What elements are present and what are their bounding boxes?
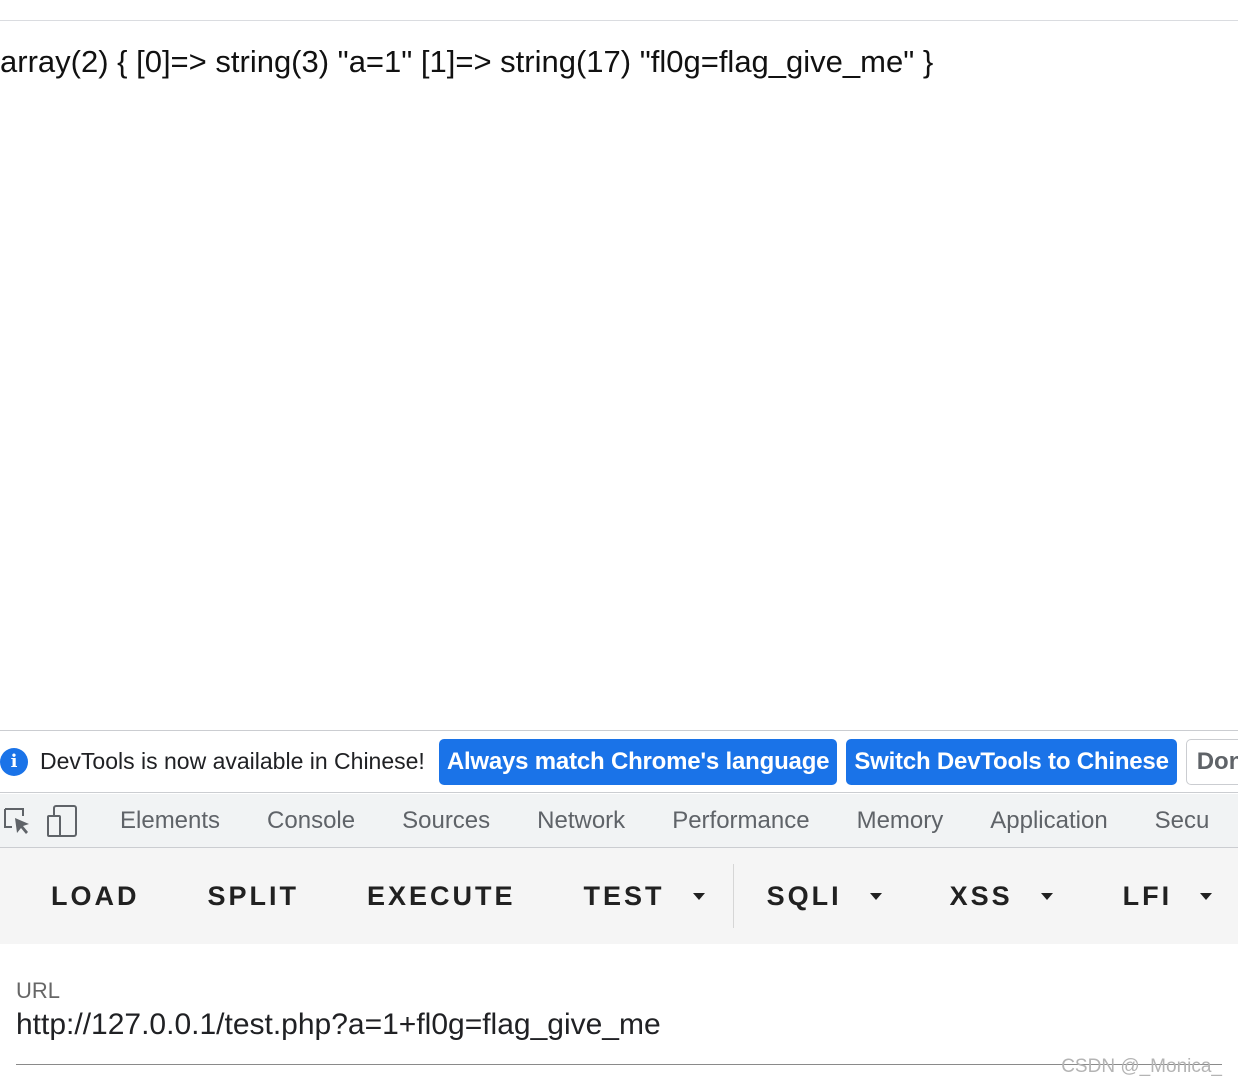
tab-network[interactable]: Network <box>537 807 625 835</box>
dont-show-again-button[interactable]: Don <box>1185 738 1238 785</box>
hackbar-divider <box>732 864 734 928</box>
language-infobar: i DevTools is now available in Chinese! … <box>0 731 1238 793</box>
load-button[interactable]: LOAD <box>51 881 140 912</box>
execute-button[interactable]: EXECUTE <box>367 881 516 912</box>
tab-elements[interactable]: Elements <box>120 807 220 835</box>
hackbar-toolbar: LOAD SPLIT EXECUTE TEST SQLI XSS LFI <box>0 848 1238 944</box>
xss-label: XSS <box>949 880 1013 911</box>
tab-sources[interactable]: Sources <box>402 807 490 835</box>
device-toolbar-icon[interactable] <box>46 804 80 838</box>
caret-down-icon <box>869 892 882 900</box>
lfi-label: LFI <box>1122 880 1173 911</box>
always-match-language-button[interactable]: Always match Chrome's language <box>438 738 838 785</box>
caret-down-icon <box>1040 892 1053 900</box>
url-field-label: URL <box>16 978 61 1003</box>
test-label: TEST <box>583 880 665 911</box>
inspect-element-icon[interactable] <box>2 804 32 838</box>
switch-to-chinese-button[interactable]: Switch DevTools to Chinese <box>846 738 1177 785</box>
url-input[interactable]: http://127.0.0.1/test.php?a=1+fl0g=flag_… <box>16 1008 661 1042</box>
tab-memory[interactable]: Memory <box>857 807 944 835</box>
devtools-tabbar: Elements Console Sources Network Perform… <box>0 794 1238 848</box>
tab-performance[interactable]: Performance <box>672 807 809 835</box>
info-icon: i <box>0 747 28 776</box>
url-input-underline <box>16 1064 1222 1065</box>
infobar-message: DevTools is now available in Chinese! <box>40 748 425 774</box>
sqli-label: SQLI <box>766 880 842 911</box>
tab-security[interactable]: Secu <box>1155 807 1210 835</box>
split-label: SPLIT <box>207 880 300 911</box>
php-var-dump-output: array(2) { [0]=> string(3) "a=1" [1]=> s… <box>0 44 934 79</box>
tab-application[interactable]: Application <box>990 807 1107 835</box>
sqli-dropdown-button[interactable]: SQLI <box>767 881 882 912</box>
top-divider <box>0 20 1238 21</box>
devtools-panel: i DevTools is now available in Chinese! … <box>0 730 1238 1086</box>
test-dropdown-button[interactable]: TEST <box>584 881 705 912</box>
xss-dropdown-button[interactable]: XSS <box>950 881 1053 912</box>
load-label: LOAD <box>51 880 140 911</box>
split-button[interactable]: SPLIT <box>208 881 300 912</box>
caret-down-icon <box>1200 892 1213 900</box>
execute-label: EXECUTE <box>367 880 516 911</box>
caret-down-icon <box>692 892 705 900</box>
watermark: CSDN @_Monica_ <box>1061 1056 1222 1077</box>
tab-console[interactable]: Console <box>267 807 355 835</box>
lfi-dropdown-button[interactable]: LFI <box>1123 881 1213 912</box>
